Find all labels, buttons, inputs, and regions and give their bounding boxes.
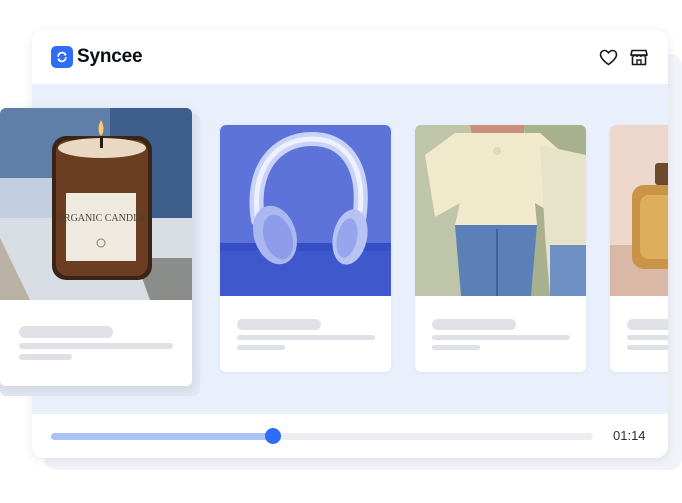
product-card-blouse[interactable]: [415, 125, 586, 372]
skeleton-line: [19, 343, 173, 349]
product-image-headphones: [220, 125, 391, 296]
progress-handle[interactable]: [265, 428, 282, 444]
product-image-candle: ORGANIC CANDLE: [0, 108, 192, 300]
skeleton-line: [432, 345, 480, 350]
skeleton-title: [432, 319, 516, 330]
header: Syncee: [32, 30, 668, 84]
skeleton-line: [627, 345, 668, 350]
logo[interactable]: Syncee: [51, 46, 143, 68]
progress-fill: [51, 433, 274, 440]
product-card-perfume[interactable]: [610, 125, 668, 372]
skeleton-line: [237, 345, 285, 350]
product-card-headphones[interactable]: [220, 125, 391, 372]
sync-icon: [51, 46, 73, 68]
skeleton-title: [19, 326, 113, 338]
elapsed-time: 01:14: [613, 428, 646, 443]
video-player-controls: 01:14: [32, 414, 668, 458]
app-name: Syncee: [77, 46, 143, 67]
product-image-blouse: [415, 125, 586, 296]
product-card-candle[interactable]: ORGANIC CANDLE: [0, 108, 192, 386]
skeleton-title: [627, 319, 668, 330]
product-image-perfume: [610, 125, 668, 296]
skeleton-line: [19, 354, 72, 360]
skeleton-line: [432, 335, 570, 340]
heart-icon[interactable]: [598, 47, 618, 67]
skeleton-line: [237, 335, 375, 340]
skeleton-line: [627, 335, 668, 340]
store-icon[interactable]: [629, 47, 649, 67]
skeleton-title: [237, 319, 321, 330]
candle-label: ORGANIC CANDLE: [57, 213, 146, 224]
progress-track[interactable]: [51, 428, 593, 444]
